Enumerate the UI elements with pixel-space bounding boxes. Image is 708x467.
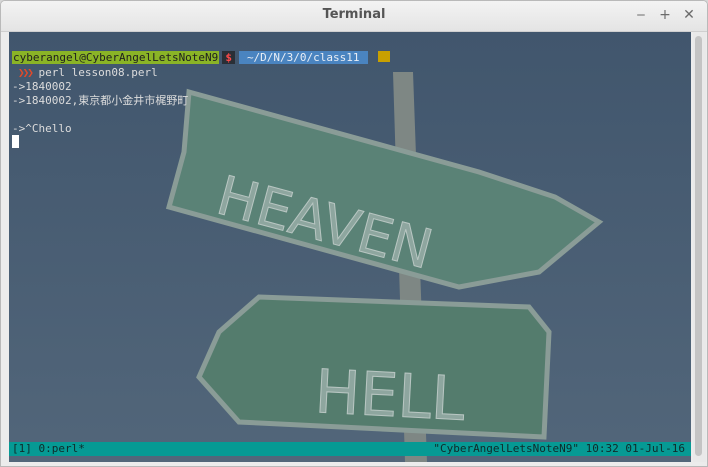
prompt-user-host: cyberangel@CyberAngelLetsNoteN9: [12, 51, 220, 64]
command-text: perl lesson08.perl: [31, 66, 158, 79]
terminal-window: Terminal ‒ + ✕ HEAVEN HELL cyberangel@Cy…: [0, 0, 708, 467]
output-line: ->^Chello: [12, 122, 72, 135]
tmux-status-bar: [1] 0:perl* "CyberAngelLetsNoteN9" 10:32…: [9, 442, 691, 456]
terminal-area[interactable]: HEAVEN HELL cyberangel@CyberAngelLetsNot…: [9, 32, 691, 462]
scrollbar[interactable]: [693, 32, 706, 462]
output-line: ->1840002: [12, 80, 72, 93]
command-line: ❯❯❯ perl lesson08.perl: [18, 66, 158, 80]
text-cursor: [12, 135, 19, 148]
minimize-button[interactable]: ‒: [632, 5, 650, 25]
prompt-dollar: $: [222, 51, 235, 64]
prompt-path: ~/D/N/3/0/class11: [238, 51, 368, 64]
output-line: ->1840002,東京都小金井市梶野町: [12, 94, 189, 107]
maximize-button[interactable]: +: [656, 5, 674, 25]
prompt-status-block: [377, 51, 390, 62]
status-window-list[interactable]: [1] 0:perl*: [12, 442, 85, 456]
wallpaper-hell-text: HELL: [313, 357, 467, 435]
prompt-chevrons-icon: ❯❯❯: [18, 66, 34, 79]
status-host-time: "CyberAngelLetsNoteN9" 10:32 01-Jul-16: [433, 442, 685, 455]
close-button[interactable]: ✕: [680, 5, 698, 25]
scrollbar-thumb[interactable]: [695, 36, 702, 456]
title-bar[interactable]: Terminal ‒ + ✕: [1, 1, 707, 32]
prompt-line: cyberangel@CyberAngelLetsNoteN9 $ ~/D/N/3/…: [12, 51, 390, 65]
window-title: Terminal: [322, 7, 386, 22]
